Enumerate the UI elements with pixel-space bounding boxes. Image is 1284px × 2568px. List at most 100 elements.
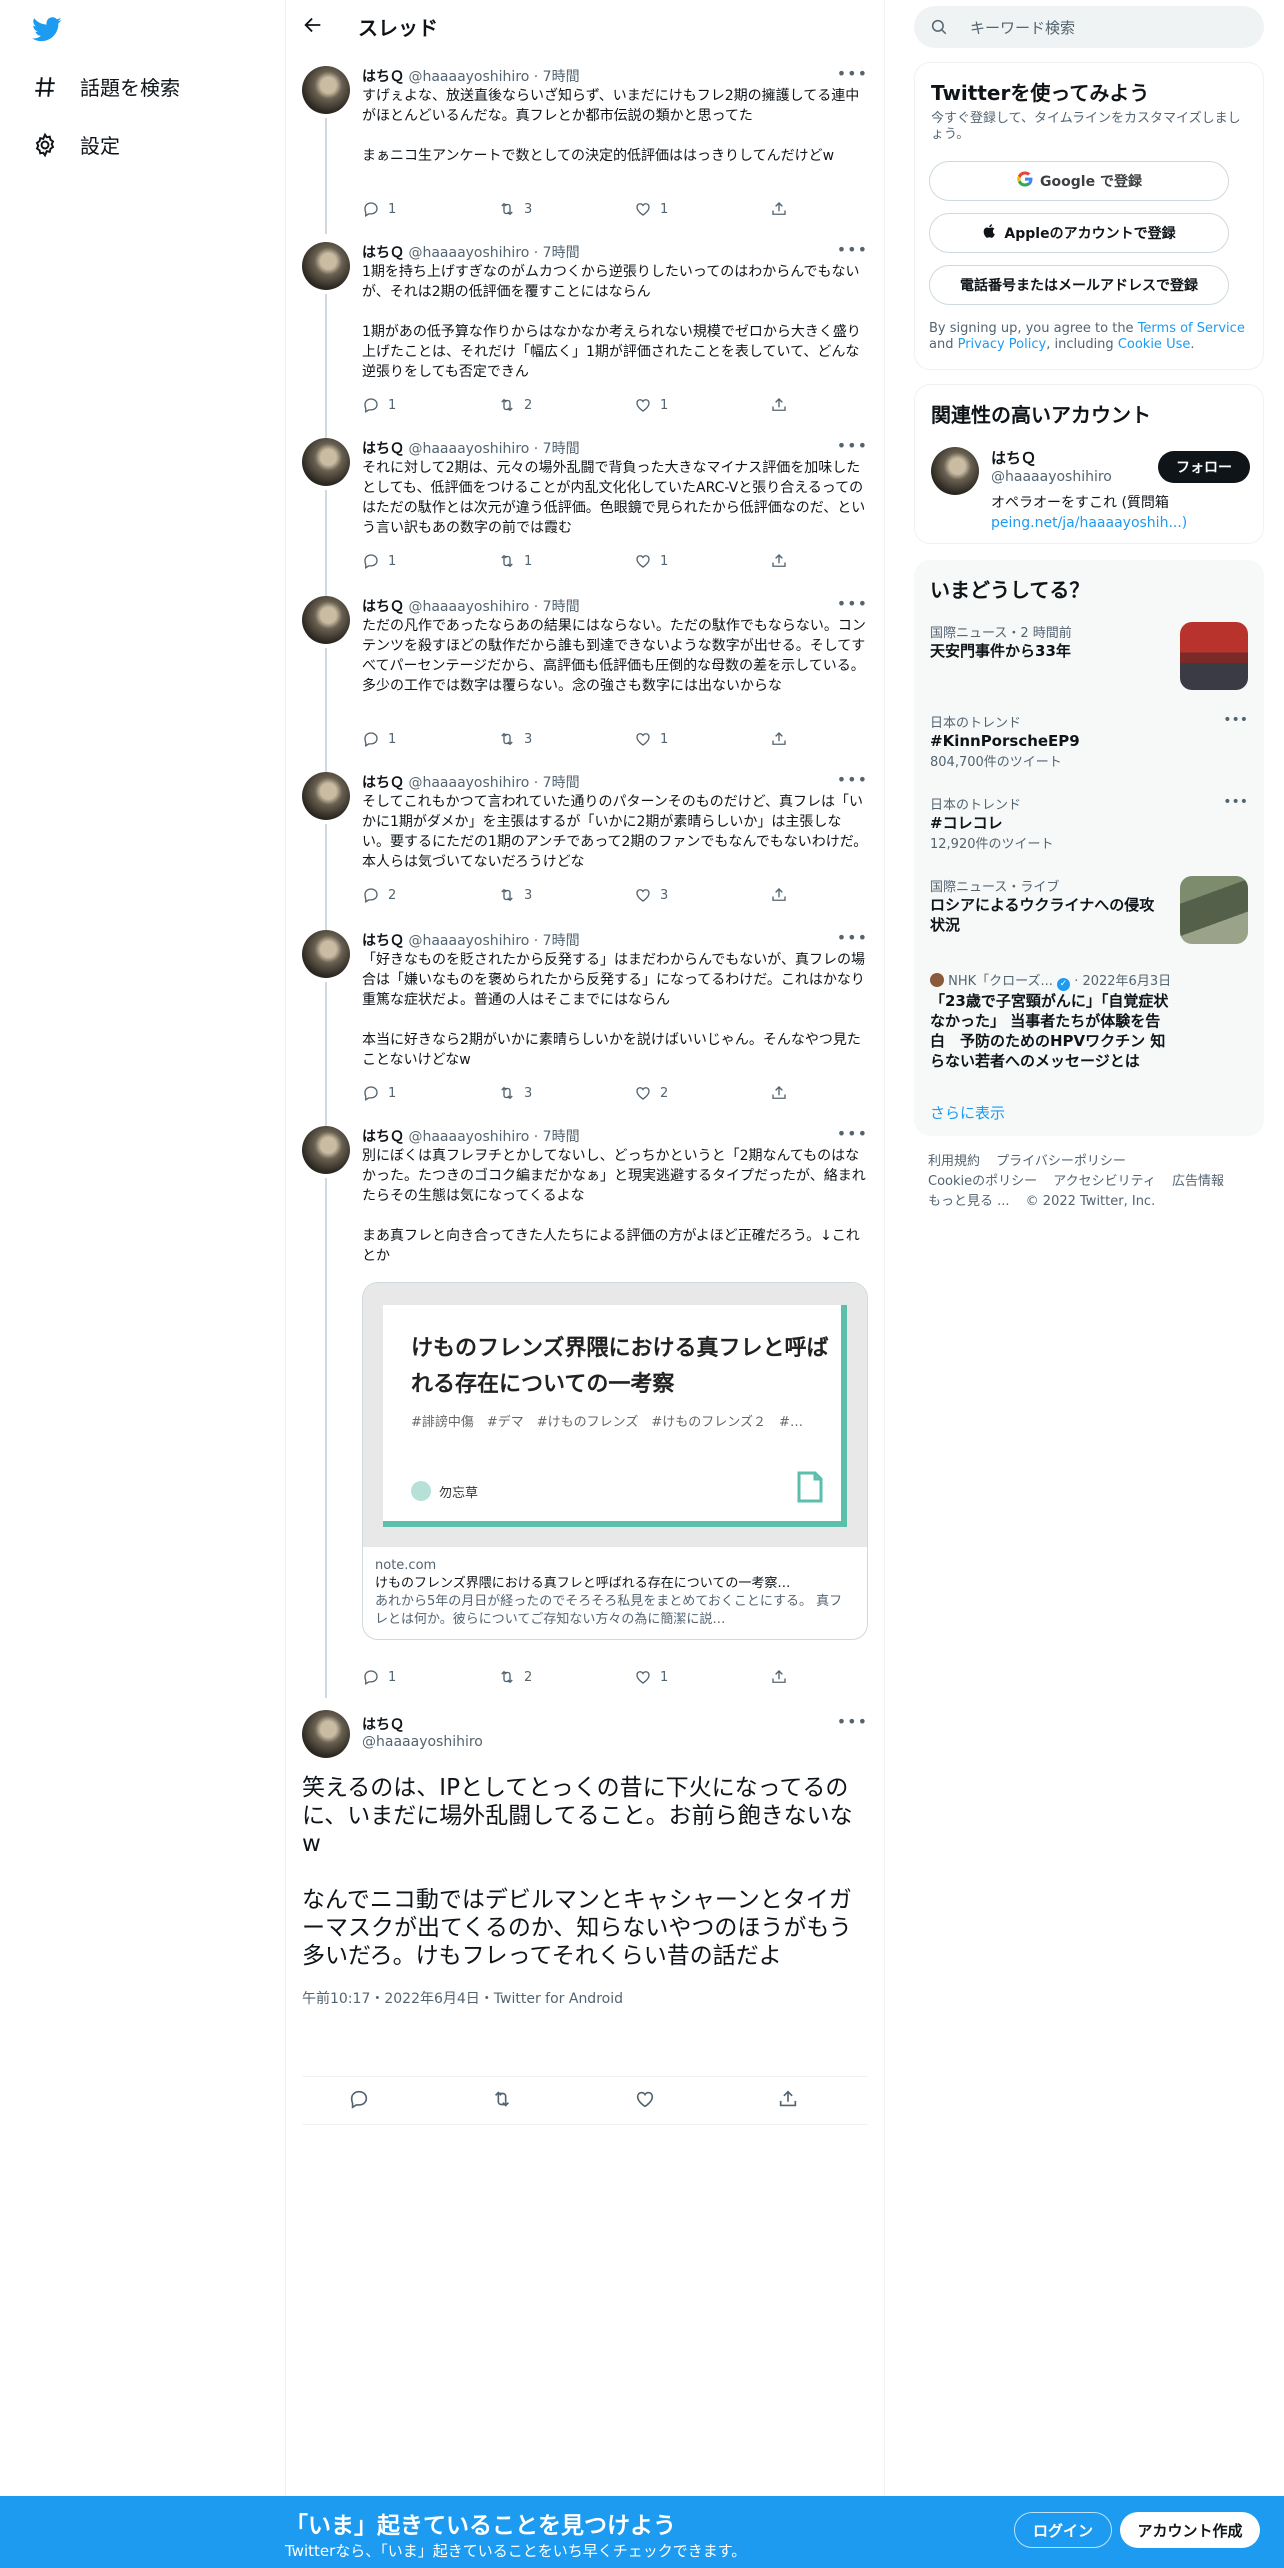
account-handle[interactable]: @haaaayoshihiro bbox=[991, 469, 1112, 485]
retweet-button[interactable]: 1 bbox=[498, 552, 532, 570]
share-button[interactable] bbox=[770, 886, 788, 904]
apple-signup-button[interactable]: Appleのアカウントで登録 bbox=[929, 213, 1229, 253]
author-handle[interactable]: @haaaayoshihiro bbox=[408, 775, 529, 791]
share-button[interactable] bbox=[770, 396, 788, 414]
like-button[interactable]: 1 bbox=[634, 200, 668, 218]
author-handle[interactable]: @haaaayoshihiro bbox=[408, 245, 529, 261]
thread-tweet[interactable]: はちＱ @haaaayoshihiro · 7時間 ••• 別にぼくは真フレヲチ… bbox=[286, 1124, 884, 1698]
avatar[interactable] bbox=[302, 772, 350, 820]
retweet-button[interactable]: 3 bbox=[498, 730, 532, 748]
author-name[interactable]: はちＱ bbox=[362, 69, 404, 85]
tweet-time[interactable]: · 7時間 bbox=[534, 69, 580, 85]
author-name[interactable]: はちＱ bbox=[362, 599, 404, 615]
bio-link[interactable]: peing.net/ja/haaaayoshih...) bbox=[991, 513, 1251, 533]
show-more-link[interactable]: さらに表示 bbox=[930, 1102, 1005, 1123]
retweet-button[interactable]: 2 bbox=[498, 1668, 532, 1686]
more-icon[interactable]: ••• bbox=[837, 770, 868, 789]
footer-privacy-link[interactable]: プライバシーポリシー bbox=[996, 1154, 1126, 1169]
heart-icon[interactable] bbox=[634, 2088, 656, 2114]
footer-cookie-link[interactable]: Cookieのポリシー bbox=[928, 1174, 1037, 1189]
avatar[interactable] bbox=[302, 66, 350, 114]
footer-accessibility-link[interactable]: アクセシビリティ bbox=[1053, 1174, 1156, 1189]
trend-item[interactable]: 国際ニュース・ライブ ロシアによるウクライナへの侵攻状況 bbox=[930, 876, 1248, 944]
trend-item[interactable]: 日本のトレンド #KinnPorscheEP9 804,700件のツイート ••… bbox=[930, 712, 1248, 770]
share-button[interactable] bbox=[770, 552, 788, 570]
author-handle[interactable]: @haaaayoshihiro bbox=[408, 599, 529, 615]
retweet-icon[interactable] bbox=[491, 2088, 513, 2114]
avatar[interactable] bbox=[302, 242, 350, 290]
nav-settings[interactable]: 設定 bbox=[32, 130, 120, 159]
back-arrow-icon[interactable] bbox=[302, 14, 324, 36]
thread-tweet[interactable]: はちＱ @haaaayoshihiro · 7時間 ••• それに対して2期は、… bbox=[286, 436, 884, 596]
tweet-time[interactable]: · 7時間 bbox=[534, 441, 580, 457]
tweet-time[interactable]: · 7時間 bbox=[534, 933, 580, 949]
author-handle[interactable]: @haaaayoshihiro bbox=[362, 1734, 483, 1750]
more-icon[interactable]: ••• bbox=[1223, 794, 1248, 810]
avatar[interactable] bbox=[302, 1126, 350, 1174]
retweet-button[interactable]: 2 bbox=[498, 396, 532, 414]
privacy-link[interactable]: Privacy Policy bbox=[958, 337, 1047, 352]
author-name[interactable]: はちＱ bbox=[362, 1714, 404, 1734]
footer-terms-link[interactable]: 利用規約 bbox=[928, 1154, 980, 1169]
tweet-time[interactable]: · 7時間 bbox=[534, 1129, 580, 1145]
like-button[interactable]: 1 bbox=[634, 1668, 668, 1686]
twitter-logo-icon[interactable] bbox=[32, 14, 62, 44]
footer-ads-link[interactable]: 広告情報 bbox=[1172, 1174, 1224, 1189]
avatar[interactable] bbox=[302, 930, 350, 978]
author-name[interactable]: はちＱ bbox=[362, 441, 404, 457]
reply-button[interactable]: 1 bbox=[362, 1668, 396, 1686]
like-button[interactable]: 1 bbox=[634, 396, 668, 414]
thread-tweet[interactable]: はちＱ @haaaayoshihiro · 7時間 ••• 「好きなものを貶され… bbox=[286, 928, 884, 1126]
reply-button[interactable]: 1 bbox=[362, 552, 396, 570]
reply-button[interactable]: 1 bbox=[362, 1084, 396, 1102]
search-input[interactable]: キーワード検索 bbox=[970, 17, 1075, 38]
terms-link[interactable]: Terms of Service bbox=[1138, 321, 1245, 336]
follow-button[interactable]: フォロー bbox=[1158, 451, 1250, 483]
thread-tweet[interactable]: はちＱ @haaaayoshihiro · 7時間 ••• ただの凡作であったな… bbox=[286, 594, 884, 772]
more-icon[interactable]: ••• bbox=[837, 928, 868, 947]
account-name[interactable]: はちＱ bbox=[991, 447, 1036, 468]
author-name[interactable]: はちＱ bbox=[362, 933, 404, 949]
tweet-time[interactable]: · 7時間 bbox=[534, 599, 580, 615]
author-handle[interactable]: @haaaayoshihiro bbox=[408, 933, 529, 949]
trend-item[interactable]: NHK「クローズ... ✓ · 2022年6月3日 「23歳で子宮頸がんに」「自… bbox=[930, 970, 1248, 1071]
avatar[interactable] bbox=[931, 447, 979, 495]
reply-icon[interactable] bbox=[348, 2088, 370, 2114]
more-icon[interactable]: ••• bbox=[837, 1712, 868, 1731]
author-handle[interactable]: @haaaayoshihiro bbox=[408, 69, 529, 85]
thread-tweet[interactable]: はちＱ @haaaayoshihiro · 7時間 ••• すげぇよな、放送直後… bbox=[286, 64, 884, 234]
author-name[interactable]: はちＱ bbox=[362, 775, 404, 791]
reply-button[interactable]: 2 bbox=[362, 886, 396, 904]
tweet-time[interactable]: · 7時間 bbox=[534, 775, 580, 791]
more-icon[interactable]: ••• bbox=[837, 240, 868, 259]
like-button[interactable]: 2 bbox=[634, 1084, 668, 1102]
more-icon[interactable]: ••• bbox=[837, 1124, 868, 1143]
more-icon[interactable]: ••• bbox=[837, 436, 868, 455]
phone-email-signup-button[interactable]: 電話番号またはメールアドレスで登録 bbox=[929, 265, 1229, 305]
avatar[interactable] bbox=[302, 596, 350, 644]
retweet-button[interactable]: 3 bbox=[498, 200, 532, 218]
footer-more-link[interactable]: もっと見る ... bbox=[928, 1194, 1010, 1209]
tweet-time[interactable]: · 7時間 bbox=[534, 245, 580, 261]
login-button[interactable]: ログイン bbox=[1014, 2512, 1112, 2548]
share-button[interactable] bbox=[770, 730, 788, 748]
more-icon[interactable]: ••• bbox=[837, 594, 868, 613]
reply-button[interactable]: 1 bbox=[362, 730, 396, 748]
cookie-link[interactable]: Cookie Use bbox=[1118, 337, 1191, 352]
author-handle[interactable]: @haaaayoshihiro bbox=[408, 1129, 529, 1145]
reply-button[interactable]: 1 bbox=[362, 200, 396, 218]
thread-tweet[interactable]: はちＱ @haaaayoshihiro · 7時間 ••• 1期を持ち上げすぎな… bbox=[286, 240, 884, 438]
like-button[interactable]: 1 bbox=[634, 552, 668, 570]
share-button[interactable] bbox=[770, 1084, 788, 1102]
author-name[interactable]: はちＱ bbox=[362, 245, 404, 261]
thread-tweet[interactable]: はちＱ @haaaayoshihiro · 7時間 ••• そしてこれもかつて言… bbox=[286, 770, 884, 930]
share-icon[interactable] bbox=[777, 2088, 799, 2114]
avatar[interactable] bbox=[302, 1710, 350, 1758]
avatar[interactable] bbox=[302, 438, 350, 486]
trend-item[interactable]: 日本のトレンド #コレコレ 12,920件のツイート ••• bbox=[930, 794, 1248, 852]
author-name[interactable]: はちＱ bbox=[362, 1129, 404, 1145]
search-bar[interactable]: キーワード検索 bbox=[914, 6, 1264, 48]
trend-item[interactable]: 国際ニュース・2 時間前 天安門事件から33年 bbox=[930, 622, 1248, 690]
tweet-timestamp[interactable]: 午前10:17・2022年6月4日・Twitter for Android bbox=[302, 1988, 623, 2008]
share-button[interactable] bbox=[770, 200, 788, 218]
